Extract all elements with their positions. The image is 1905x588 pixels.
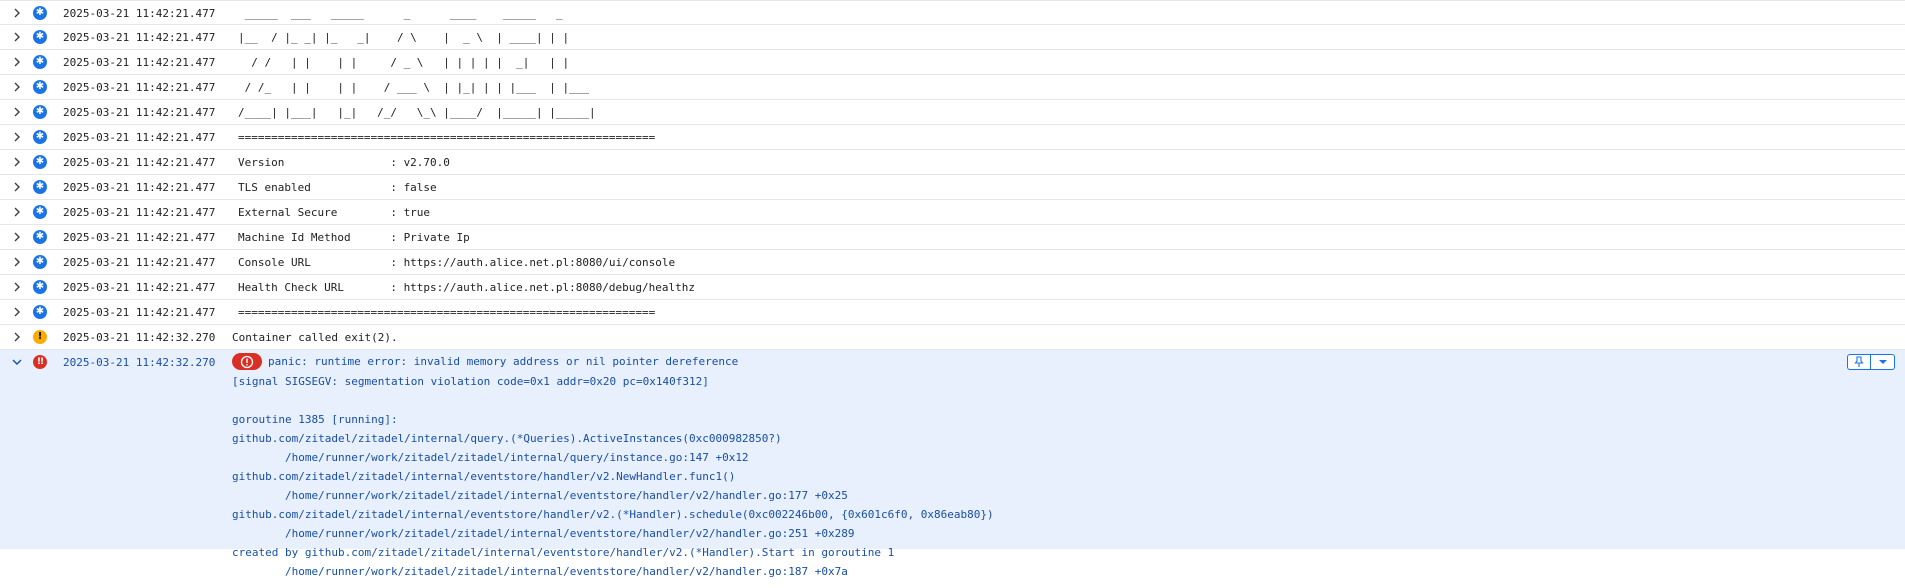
info-icon: ✱ <box>33 30 47 44</box>
log-row[interactable]: ✱ 2025-03-21 11:42:21.477 |__ / |_ _| |_ _… <box>0 25 1905 50</box>
chevron-right-icon[interactable] <box>11 306 23 318</box>
chevron-right-icon[interactable] <box>11 31 23 43</box>
chevron-right-icon[interactable] <box>11 331 23 343</box>
pin-icon[interactable] <box>1847 354 1871 370</box>
log-timestamp: 2025-03-21 11:42:21.477 <box>63 106 216 119</box>
log-timestamp: 2025-03-21 11:42:21.477 <box>63 156 216 169</box>
info-icon: ✱ <box>33 255 47 269</box>
log-timestamp: 2025-03-21 11:42:32.270 <box>63 331 216 344</box>
info-icon: ✱ <box>33 6 47 20</box>
info-icon: ✱ <box>33 80 47 94</box>
log-row[interactable]: ✱ 2025-03-21 11:42:21.477 Machine Id Metho… <box>0 225 1905 250</box>
log-timestamp: 2025-03-21 11:42:21.477 <box>63 131 216 144</box>
chevron-right-icon[interactable] <box>11 206 23 218</box>
info-icon: ✱ <box>33 130 47 144</box>
log-timestamp: 2025-03-21 11:42:21.477 <box>63 31 216 44</box>
log-timestamp: 2025-03-21 11:42:21.477 <box>63 7 216 20</box>
chevron-right-icon[interactable] <box>11 181 23 193</box>
log-row[interactable]: ✱ 2025-03-21 11:42:21.477 TLS enabled : fa… <box>0 175 1905 200</box>
log-timestamp: 2025-03-21 11:42:21.477 <box>63 306 216 319</box>
log-message: Version : v2.70.0 <box>238 156 450 169</box>
log-message: Container called exit(2). <box>232 331 398 344</box>
chevron-right-icon[interactable] <box>11 156 23 168</box>
chevron-right-icon[interactable] <box>11 7 23 19</box>
dropdown-arrow-icon[interactable] <box>1871 354 1895 370</box>
info-icon: ✱ <box>33 305 47 319</box>
log-timestamp: 2025-03-21 11:42:21.477 <box>63 231 216 244</box>
error-icon: !! <box>33 355 47 369</box>
chevron-right-icon[interactable] <box>11 131 23 143</box>
info-icon: ✱ <box>33 155 47 169</box>
info-icon: ✱ <box>33 180 47 194</box>
log-timestamp: 2025-03-21 11:42:21.477 <box>63 256 216 269</box>
chevron-right-icon[interactable] <box>11 106 23 118</box>
log-row[interactable]: ✱ 2025-03-21 11:42:21.477 / /_ | | | | / … <box>0 75 1905 100</box>
log-row[interactable]: ✱ 2025-03-21 11:42:21.477 External Secure … <box>0 200 1905 225</box>
log-row[interactable]: ✱ 2025-03-21 11:42:21.477 Console URL : ht… <box>0 250 1905 275</box>
log-timestamp: 2025-03-21 11:42:21.477 <box>63 81 216 94</box>
panic-headline: panic: runtime error: invalid memory add… <box>232 353 738 370</box>
info-icon: ✱ <box>33 205 47 219</box>
log-timestamp: 2025-03-21 11:42:32.270 <box>63 356 216 369</box>
info-icon: ✱ <box>33 55 47 69</box>
panic-icon <box>232 353 262 370</box>
log-row[interactable]: ✱ 2025-03-21 11:42:21.477 _____ ___ _____… <box>0 0 1905 25</box>
chevron-down-icon[interactable] <box>11 356 23 368</box>
chevron-right-icon[interactable] <box>11 231 23 243</box>
log-message: ========================================… <box>238 131 656 144</box>
log-message: / / | | | | / _ \ | | | | | _| | | <box>238 56 570 69</box>
log-message: _____ ___ _____ _ ____ _____ _ <box>238 7 563 20</box>
chevron-right-icon[interactable] <box>11 256 23 268</box>
log-message: / /_ | | | | / ___ \ | |_| | | |___ | |_… <box>238 81 589 94</box>
log-row[interactable]: ✱ 2025-03-21 11:42:21.477 ================… <box>0 300 1905 325</box>
log-row[interactable]: ! 2025-03-21 11:42:32.270 Container called… <box>0 325 1905 350</box>
log-entries-list: ✱ 2025-03-21 11:42:21.477 _____ ___ _____… <box>0 0 1905 578</box>
log-message: ========================================… <box>238 306 656 319</box>
log-row[interactable]: ✱ 2025-03-21 11:42:21.477 / / | | | | / _… <box>0 50 1905 75</box>
info-icon: ✱ <box>33 230 47 244</box>
log-row-expanded[interactable]: !! 2025-03-21 11:42:32.270 panic: runtim… <box>0 350 1905 578</box>
log-message: External Secure : true <box>238 206 431 219</box>
log-row[interactable]: ✱ 2025-03-21 11:42:21.477 Health Check URL… <box>0 275 1905 300</box>
log-message: Machine Id Method : Private Ip <box>238 231 470 244</box>
warning-icon: ! <box>33 330 47 344</box>
log-timestamp: 2025-03-21 11:42:21.477 <box>63 56 216 69</box>
log-message: |__ / |_ _| |_ _| / \ | _ \ | ____| | | <box>238 31 570 44</box>
log-timestamp: 2025-03-21 11:42:21.477 <box>63 281 216 294</box>
panic-message: panic: runtime error: invalid memory add… <box>268 355 739 368</box>
log-message: TLS enabled : false <box>238 181 437 194</box>
stack-trace: [signal SIGSEGV: segmentation violation … <box>232 375 994 578</box>
log-timestamp: 2025-03-21 11:42:21.477 <box>63 206 216 219</box>
log-message: /____| |___| |_| /_/ \_\ |____/ |_____| … <box>238 106 596 119</box>
log-row[interactable]: ✱ 2025-03-21 11:42:21.477 Version : v2.70.… <box>0 150 1905 175</box>
chevron-right-icon[interactable] <box>11 281 23 293</box>
entry-actions <box>1847 354 1895 370</box>
log-timestamp: 2025-03-21 11:42:21.477 <box>63 181 216 194</box>
log-message: Console URL : https://auth.alice.net.pl:… <box>238 256 676 269</box>
log-row[interactable]: ✱ 2025-03-21 11:42:21.477 ================… <box>0 125 1905 150</box>
chevron-right-icon[interactable] <box>11 56 23 68</box>
log-message: Health Check URL : https://auth.alice.ne… <box>238 281 695 294</box>
info-icon: ✱ <box>33 280 47 294</box>
log-row[interactable]: ✱ 2025-03-21 11:42:21.477 /____| |___| |_|… <box>0 100 1905 125</box>
info-icon: ✱ <box>33 105 47 119</box>
chevron-right-icon[interactable] <box>11 81 23 93</box>
